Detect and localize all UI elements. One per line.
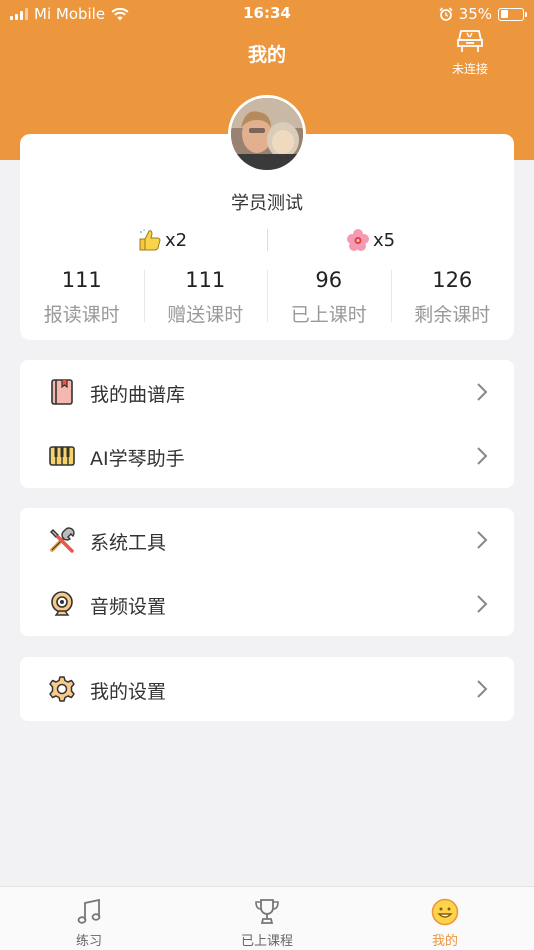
- chevron-right-icon: [477, 447, 488, 465]
- book-icon: [51, 379, 73, 405]
- flower-icon: [347, 229, 369, 251]
- chevron-right-icon: [477, 680, 488, 698]
- tab-mine[interactable]: 我的: [356, 887, 534, 950]
- menu-item-sheet-library[interactable]: 我的曲谱库: [20, 360, 514, 424]
- webcam-icon: [51, 591, 73, 616]
- menu-label: 系统工具: [90, 532, 167, 554]
- gear-icon: [49, 676, 75, 702]
- likes-award: x2: [137, 228, 187, 252]
- tab-bar: 练习 已上课程 我的: [0, 886, 534, 950]
- menu-group-settings: 我的设置: [20, 657, 514, 721]
- stat-label: 报读课时: [43, 304, 120, 326]
- chevron-right-icon: [477, 595, 488, 613]
- piano-connect-button[interactable]: 未连接: [444, 28, 496, 77]
- trophy-icon: [255, 899, 279, 924]
- stat-remaining-hours: 126 剩余课时: [390, 266, 515, 328]
- status-right: 35%: [439, 5, 527, 23]
- stat-enrolled-hours: 111 报读课时: [20, 266, 144, 328]
- stat-gifted-hours: 111 赠送课时: [143, 266, 268, 328]
- likes-count: x2: [165, 229, 188, 251]
- thumbs-up-icon: [139, 229, 161, 251]
- alarm-icon: [439, 7, 453, 21]
- stat-value: 126: [432, 268, 473, 292]
- flowers-count: x5: [373, 229, 396, 251]
- award-row: x2 x5: [20, 228, 514, 254]
- menu-label: AI学琴助手: [90, 448, 185, 470]
- smiley-icon: [431, 898, 459, 926]
- chevron-right-icon: [477, 383, 488, 401]
- stat-label: 赠送课时: [167, 304, 244, 326]
- student-name: 学员测试: [231, 193, 303, 214]
- stat-label: 已上课时: [290, 304, 367, 326]
- avatar-photo: [231, 98, 303, 170]
- battery-percent: 35%: [458, 5, 492, 23]
- connection-status: 未连接: [451, 62, 488, 76]
- tools-icon: [50, 527, 75, 553]
- stat-value: 111: [185, 268, 226, 292]
- music-note-icon: [77, 898, 101, 924]
- menu-group-system: 系统工具 音频设置: [20, 508, 514, 636]
- stat-attended-hours: 96 已上课时: [267, 266, 391, 328]
- flowers-award: x5: [345, 228, 395, 252]
- piano-icon: [457, 30, 483, 52]
- menu-label: 我的设置: [90, 681, 167, 703]
- chevron-right-icon: [477, 531, 488, 549]
- menu-item-audio-settings[interactable]: 音频设置: [20, 572, 514, 636]
- stat-label: 剩余课时: [414, 304, 491, 326]
- piano-keys-icon: [49, 446, 75, 466]
- battery-level: [500, 10, 508, 18]
- tab-label: 练习: [75, 934, 102, 949]
- menu-label: 我的曲谱库: [90, 384, 186, 406]
- menu-item-ai-assistant[interactable]: AI学琴助手: [20, 424, 514, 488]
- menu-item-my-settings[interactable]: 我的设置: [20, 657, 514, 721]
- avatar[interactable]: [228, 95, 306, 173]
- tab-label: 已上课程: [240, 934, 293, 949]
- tab-label: 我的: [431, 934, 458, 949]
- tab-practice[interactable]: 练习: [0, 887, 178, 950]
- stat-value: 96: [315, 268, 343, 292]
- battery-icon: [498, 7, 527, 21]
- lesson-stats: 111 报读课时 111 赠送课时 96 已上课时 126 剩余课时: [20, 266, 514, 328]
- menu-label: 音频设置: [90, 596, 167, 618]
- menu-item-system-tools[interactable]: 系统工具: [20, 508, 514, 572]
- stat-value: 111: [61, 268, 102, 292]
- menu-group-library: 我的曲谱库 AI学琴助手: [20, 360, 514, 488]
- status-bar: Mi Mobile 16:34 35%: [0, 0, 534, 28]
- award-divider: [267, 229, 268, 251]
- tab-attended-courses[interactable]: 已上课程: [178, 887, 356, 950]
